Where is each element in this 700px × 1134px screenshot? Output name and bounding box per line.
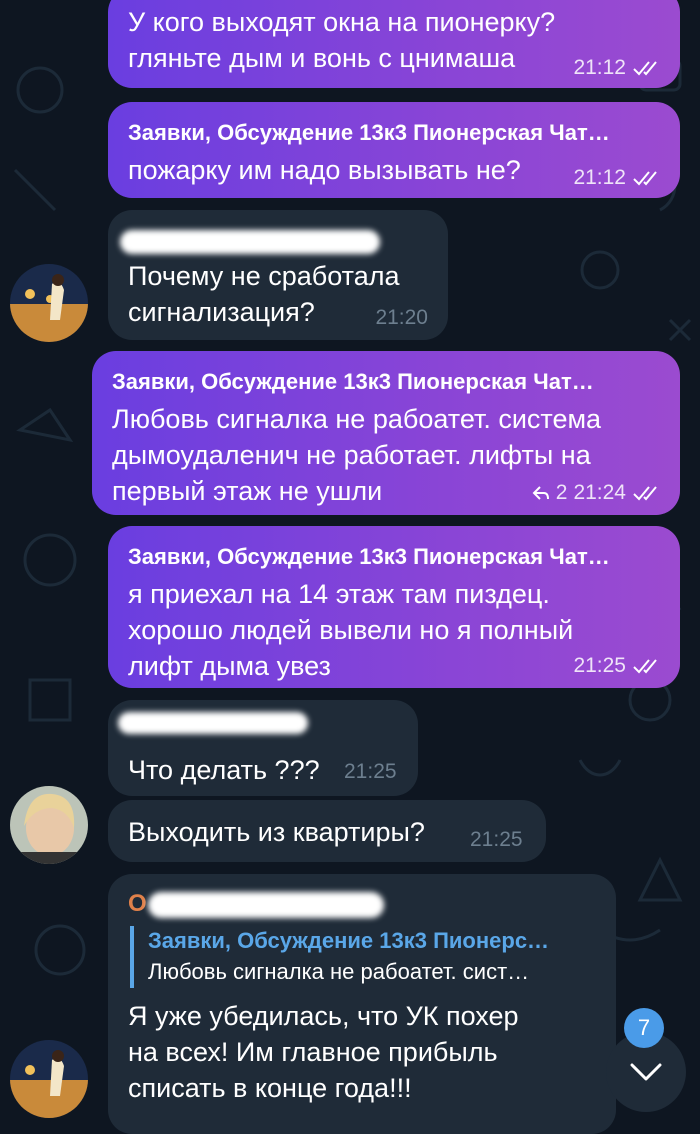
message-meta: 21:25: [573, 654, 662, 678]
message-text: Почему не сработала сигнализация?: [128, 261, 400, 327]
message-meta: 21:12: [573, 56, 662, 80]
message-text: Выходить из квартиры?: [128, 817, 425, 847]
sender-initial: О: [128, 890, 147, 917]
quoted-message[interactable]: Заявки, Обсуждение 13к3 Пионерс… Любовь …: [130, 926, 598, 988]
double-check-icon: [633, 486, 657, 501]
avatar[interactable]: [10, 1040, 88, 1118]
message-bubble-incoming[interactable]: Что делать ??? 21:25: [108, 700, 418, 796]
message-text: Я уже убедилась, что УК похер на всех! И…: [128, 1001, 519, 1103]
message-bubble-outgoing[interactable]: Заявки, Обсуждение 13к3 Пионерская Чат… …: [108, 526, 680, 688]
message-text: я приехал на 14 этаж там пиздец. хорошо …: [128, 579, 574, 681]
message-text: пожарку им надо вызывать не?: [128, 155, 521, 185]
message-time: 21:25: [573, 654, 626, 677]
message-meta: 2 21:24: [532, 481, 662, 505]
chevron-down-icon: [630, 1063, 662, 1081]
sender-name-redacted: [118, 712, 308, 734]
avatar-photo-icon: [10, 1040, 88, 1118]
message-meta: 21:25: [344, 760, 397, 784]
message-time: 21:12: [573, 166, 626, 189]
quote-title: Заявки, Обсуждение 13к3 Пионерс…: [148, 928, 550, 953]
message-bubble-outgoing[interactable]: Заявки, Обсуждение 13к3 Пионерская Чат… …: [92, 351, 680, 515]
reply-arrow-icon: [532, 486, 549, 500]
reply-header[interactable]: Заявки, Обсуждение 13к3 Пионерская Чат…: [112, 367, 594, 397]
double-check-icon: [633, 659, 657, 674]
reply-header[interactable]: Заявки, Обсуждение 13к3 Пионерская Чат…: [128, 542, 610, 572]
message-text: Любовь сигналка не рабоатет. система дым…: [112, 404, 602, 506]
message-time: 21:24: [573, 481, 626, 504]
quote-text: Любовь сигналка не рабоатет. сист…: [148, 959, 530, 984]
avatar[interactable]: [10, 264, 88, 342]
message-bubble-outgoing[interactable]: У кого выходят окна на пионерку? гляньте…: [108, 0, 680, 88]
message-bubble-incoming[interactable]: О Заявки, Обсуждение 13к3 Пионерс… Любов…: [108, 874, 616, 1134]
unread-count-badge: 7: [624, 1008, 664, 1048]
message-time: 21:12: [573, 56, 626, 79]
message-bubble-incoming[interactable]: Выходить из квартиры? 21:25: [108, 800, 546, 862]
double-check-icon: [633, 61, 657, 76]
avatar-photo-icon: [10, 786, 88, 864]
message-bubble-outgoing[interactable]: Заявки, Обсуждение 13к3 Пионерская Чат… …: [108, 102, 680, 198]
avatar-photo-icon: [10, 264, 88, 342]
avatar[interactable]: [10, 786, 88, 864]
message-meta: 21:20: [375, 306, 428, 330]
message-time: 21:25: [344, 760, 397, 783]
message-text: Что делать ???: [128, 755, 320, 785]
sender-name-redacted: [148, 892, 384, 918]
message-time: 21:25: [470, 828, 523, 851]
message-meta: 21:25: [470, 828, 523, 852]
reply-header[interactable]: Заявки, Обсуждение 13к3 Пионерская Чат…: [128, 118, 610, 148]
message-bubble-incoming[interactable]: Почему не сработала сигнализация? 21:20: [108, 210, 448, 340]
sender-name-redacted: [120, 230, 380, 254]
message-meta: 21:12: [573, 166, 662, 190]
message-time: 21:20: [375, 306, 428, 329]
message-text: У кого выходят окна на пионерку? гляньте…: [128, 7, 556, 73]
replies-count[interactable]: 2: [556, 481, 568, 505]
double-check-icon: [633, 171, 657, 186]
